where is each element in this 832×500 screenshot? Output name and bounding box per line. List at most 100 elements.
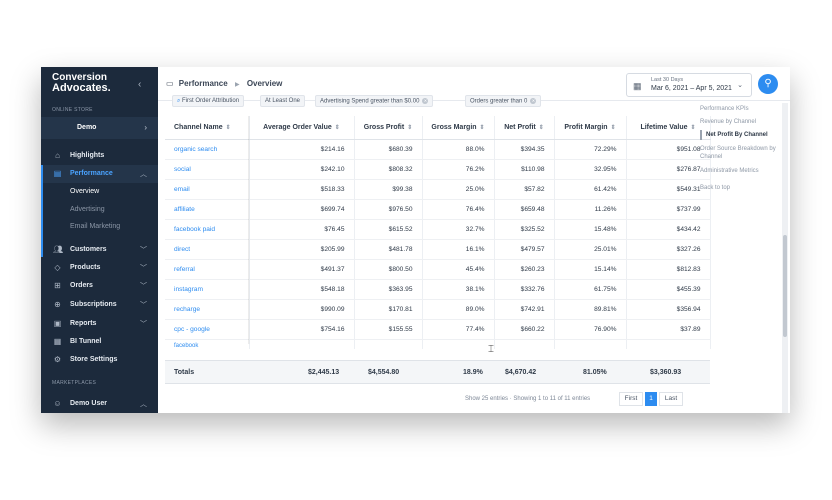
- pager-page-1-button[interactable]: 1: [645, 392, 657, 406]
- cell-lifetime-value: $549.31: [626, 179, 711, 200]
- gear-icon: ⚙: [53, 355, 62, 364]
- cell-aov: $205.99: [249, 239, 355, 260]
- sort-icon: ⇕: [610, 124, 616, 131]
- sidebar-item-highlights[interactable]: ⌂ Highlights: [41, 147, 158, 165]
- cell-net-profit: $110.98: [494, 159, 555, 180]
- table-row: cpc - google $754.16 $155.55 77.4% $660.…: [165, 319, 711, 340]
- section-link-net-profit-by-channel[interactable]: Net Profit By Channel: [706, 131, 786, 139]
- user-menu[interactable]: ☺ Demo User ︿: [41, 395, 158, 413]
- filter-icon: ⌕: [177, 98, 181, 104]
- chevron-up-icon: ︿: [140, 171, 147, 178]
- section-link-admin-metrics[interactable]: Administrative Metrics: [700, 167, 780, 175]
- date-range-label: Last 30 Days: [651, 77, 684, 83]
- globe-icon: ⊕: [54, 300, 61, 309]
- cell-empty: [554, 339, 627, 349]
- sort-icon: ⇕: [334, 124, 340, 131]
- search-icon: ⚲: [764, 78, 772, 89]
- collapse-sidebar-icon[interactable]: ‹: [138, 79, 141, 90]
- section-link-revenue-by-channel[interactable]: Revenue by Channel: [700, 118, 780, 126]
- cart-icon: ⊞: [54, 281, 61, 290]
- sidebar-item-customers[interactable]: 👥︎ Customers ﹀: [41, 241, 158, 259]
- sidebar-item-store-settings[interactable]: ⚙ Store Settings: [41, 351, 158, 369]
- sidebar-item-label: Orders: [70, 282, 93, 289]
- tag-icon: ◇: [54, 263, 61, 272]
- filter-label: Advertising Spend greater than $0.00: [320, 98, 420, 105]
- chevron-up-icon: ︿: [140, 401, 147, 408]
- breadcrumb-separator-icon: ▶: [234, 82, 240, 88]
- chevron-down-icon: ﹀: [140, 265, 147, 272]
- cell-lifetime-value: $951.08: [626, 139, 711, 160]
- sidebar-item-bi-tunnel[interactable]: ▦ BI Tunnel: [41, 333, 158, 351]
- remove-filter-icon[interactable]: ✕: [530, 98, 537, 104]
- col-header-gross-profit[interactable]: Gross Profit ⇕: [354, 116, 423, 140]
- section-link-order-source[interactable]: Order Source Breakdown by Channel: [700, 145, 782, 161]
- col-header-label: Channel Name: [174, 123, 223, 131]
- cell-aov: $491.37: [249, 259, 355, 280]
- users-icon: 👥︎: [53, 245, 64, 254]
- col-header-channel-name[interactable]: Channel Name ⇕: [165, 116, 250, 140]
- channel-link[interactable]: referral: [165, 259, 250, 280]
- scrollbar-thumb[interactable]: [783, 235, 787, 337]
- pager-first-button[interactable]: First: [619, 392, 643, 406]
- cell-profit-margin: 76.90%: [554, 319, 627, 340]
- data-table: Channel Name ⇕ Average Order Value ⇕ Gross…: [165, 116, 711, 349]
- brand-logo[interactable]: Conversion Advocates.: [52, 73, 111, 94]
- sidebar-item-reports[interactable]: ▣ Reports ﹀: [41, 315, 158, 333]
- channel-link[interactable]: direct: [165, 239, 250, 260]
- pager-last-button[interactable]: Last: [659, 392, 683, 406]
- back-to-top-link[interactable]: Back to top: [700, 184, 730, 192]
- search-button[interactable]: ⚲: [758, 74, 778, 94]
- remove-filter-icon[interactable]: ✕: [422, 98, 429, 104]
- logo-line-2: Advocates.: [52, 82, 111, 94]
- sidebar-subitem-email-marketing[interactable]: Email Marketing: [70, 223, 120, 230]
- sidebar-item-performance[interactable]: ▤ Performance ︿: [41, 165, 158, 183]
- cell-profit-margin: 15.14%: [554, 259, 627, 280]
- filter-label: Orders greater than 0: [470, 98, 528, 105]
- chevron-down-icon: ﹀: [140, 247, 147, 254]
- section-link-performance-kpis[interactable]: Performance KPIs: [700, 105, 749, 113]
- channel-link[interactable]: social: [165, 159, 250, 180]
- channel-link[interactable]: cpc - google: [165, 319, 250, 340]
- sidebar-item-label: Store Settings: [70, 356, 118, 363]
- sidebar-item-orders[interactable]: ⊞ Orders ﹀: [41, 277, 158, 295]
- sidebar-item-label: Products: [70, 264, 101, 271]
- sort-icon: ⇕: [407, 124, 413, 131]
- cell-profit-margin: 32.95%: [554, 159, 627, 180]
- cell-net-profit: $659.48: [494, 199, 555, 220]
- channel-link[interactable]: affiliate: [165, 199, 250, 220]
- cell-net-profit: $332.76: [494, 279, 555, 300]
- sidebar-subitem-overview[interactable]: Overview: [70, 188, 99, 195]
- filter-label: First Order Attribution: [182, 98, 240, 104]
- col-header-net-profit[interactable]: Net Profit ⇕: [494, 116, 555, 140]
- channel-link[interactable]: facebook: [165, 339, 250, 349]
- channel-link[interactable]: recharge: [165, 299, 250, 320]
- filter-chip-at-least-one[interactable]: At Least One: [260, 95, 306, 107]
- col-header-label: Net Profit: [504, 123, 536, 131]
- col-header-gross-margin[interactable]: Gross Margin ⇕: [422, 116, 495, 140]
- sidebar-item-products[interactable]: ◇ Products ﹀: [41, 259, 158, 277]
- pagination-info: Show 25 entries · Showing 1 to 11 of 11 …: [465, 396, 591, 402]
- calendar-icon: ▦: [633, 81, 642, 91]
- filter-chip-orders[interactable]: Orders greater than 0 ✕: [465, 95, 542, 107]
- col-header-aov[interactable]: Average Order Value ⇕: [249, 116, 355, 140]
- sidebar-item-subscriptions[interactable]: ⊕ Subscriptions ﹀: [41, 296, 158, 314]
- totals-label: Totals: [174, 369, 195, 376]
- col-header-profit-margin[interactable]: Profit Margin ⇕: [554, 116, 627, 140]
- cell-gross-margin: 45.4%: [422, 259, 495, 280]
- channel-link[interactable]: email: [165, 179, 250, 200]
- filter-chip-ad-spend[interactable]: Advertising Spend greater than $0.00 ✕: [315, 95, 434, 107]
- channel-link[interactable]: instagram: [165, 279, 250, 300]
- database-icon: ▦: [53, 337, 62, 346]
- date-range-picker[interactable]: ▦ Last 30 Days Mar 6, 2021 – Apr 5, 2021…: [626, 73, 752, 97]
- cell-net-profit: $325.52: [494, 219, 555, 240]
- channel-link[interactable]: facebook paid: [165, 219, 250, 240]
- user-name: Demo User: [70, 400, 107, 407]
- channel-link[interactable]: organic search: [165, 139, 250, 160]
- cell-gross-margin: 77.4%: [422, 319, 495, 340]
- col-header-lifetime-value[interactable]: Lifetime Value ⇕: [626, 116, 711, 140]
- filter-chip-attribution[interactable]: ⌕ First Order Attribution: [172, 95, 245, 107]
- store-switcher[interactable]: Demo ›: [41, 117, 158, 139]
- sort-icon: ⇕: [538, 124, 544, 131]
- sidebar-subitem-advertising[interactable]: Advertising: [70, 206, 105, 213]
- breadcrumb-section[interactable]: Performance: [179, 79, 228, 88]
